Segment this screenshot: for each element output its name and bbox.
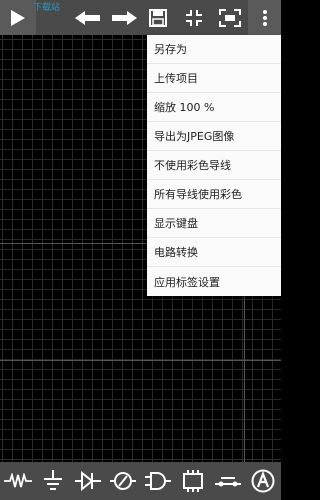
label-a-icon: [251, 469, 274, 493]
redo-button[interactable]: [106, 0, 142, 35]
resistor-button[interactable]: [0, 462, 35, 500]
menu-item-all-color-wires[interactable]: 所有导线使用彩色: [147, 180, 281, 209]
undo-icon: [75, 10, 100, 25]
diode-button[interactable]: [70, 462, 105, 500]
shrink-icon: [186, 9, 202, 26]
ground-button[interactable]: [35, 462, 70, 500]
more-vert-icon: [262, 9, 267, 26]
menu-item-show-keyboard[interactable]: 显示键盘: [147, 209, 281, 238]
top-toolbar: 下载站: [0, 0, 281, 35]
overflow-menu: 另存为 上传项目 缩放 100 % 导出为JPEG图像 不使用彩色导线 所有导线…: [147, 35, 281, 296]
undo-button[interactable]: [70, 0, 106, 35]
switch-icon: [214, 477, 241, 487]
ground-icon: [43, 470, 62, 490]
menu-item-zoom[interactable]: 缩放 100 %: [147, 93, 281, 122]
overflow-menu-button[interactable]: [248, 0, 281, 35]
chip-icon: [182, 470, 203, 492]
switch-button[interactable]: [210, 462, 245, 500]
chip-button[interactable]: [175, 462, 210, 500]
and-gate-icon: [144, 472, 171, 490]
probe-button[interactable]: [105, 462, 140, 500]
redo-icon: [112, 10, 137, 25]
shrink-button[interactable]: [176, 0, 212, 35]
save-icon: [149, 8, 167, 27]
menu-item-save-as[interactable]: 另存为: [147, 35, 281, 64]
grid-major-line: [0, 360, 281, 361]
resistor-icon: [3, 473, 32, 488]
diode-icon: [74, 471, 101, 491]
fit-screen-button[interactable]: [212, 0, 248, 35]
menu-item-label-settings[interactable]: 应用标签设置: [147, 267, 281, 296]
label-button[interactable]: [245, 462, 280, 500]
menu-item-circuit-convert[interactable]: 电路转换: [147, 238, 281, 267]
save-button[interactable]: [142, 0, 174, 35]
menu-item-no-color-wires[interactable]: 不使用彩色导线: [147, 151, 281, 180]
menu-item-upload-project[interactable]: 上传项目: [147, 64, 281, 93]
watermark-text: 下载站: [33, 3, 61, 13]
probe-icon: [109, 472, 136, 490]
menu-item-export-jpeg[interactable]: 导出为JPEG图像: [147, 122, 281, 151]
fit-screen-icon: [219, 8, 241, 27]
play-button[interactable]: [0, 0, 36, 35]
play-icon: [11, 9, 25, 26]
component-toolbar: [0, 462, 281, 500]
and-gate-button[interactable]: [140, 462, 175, 500]
